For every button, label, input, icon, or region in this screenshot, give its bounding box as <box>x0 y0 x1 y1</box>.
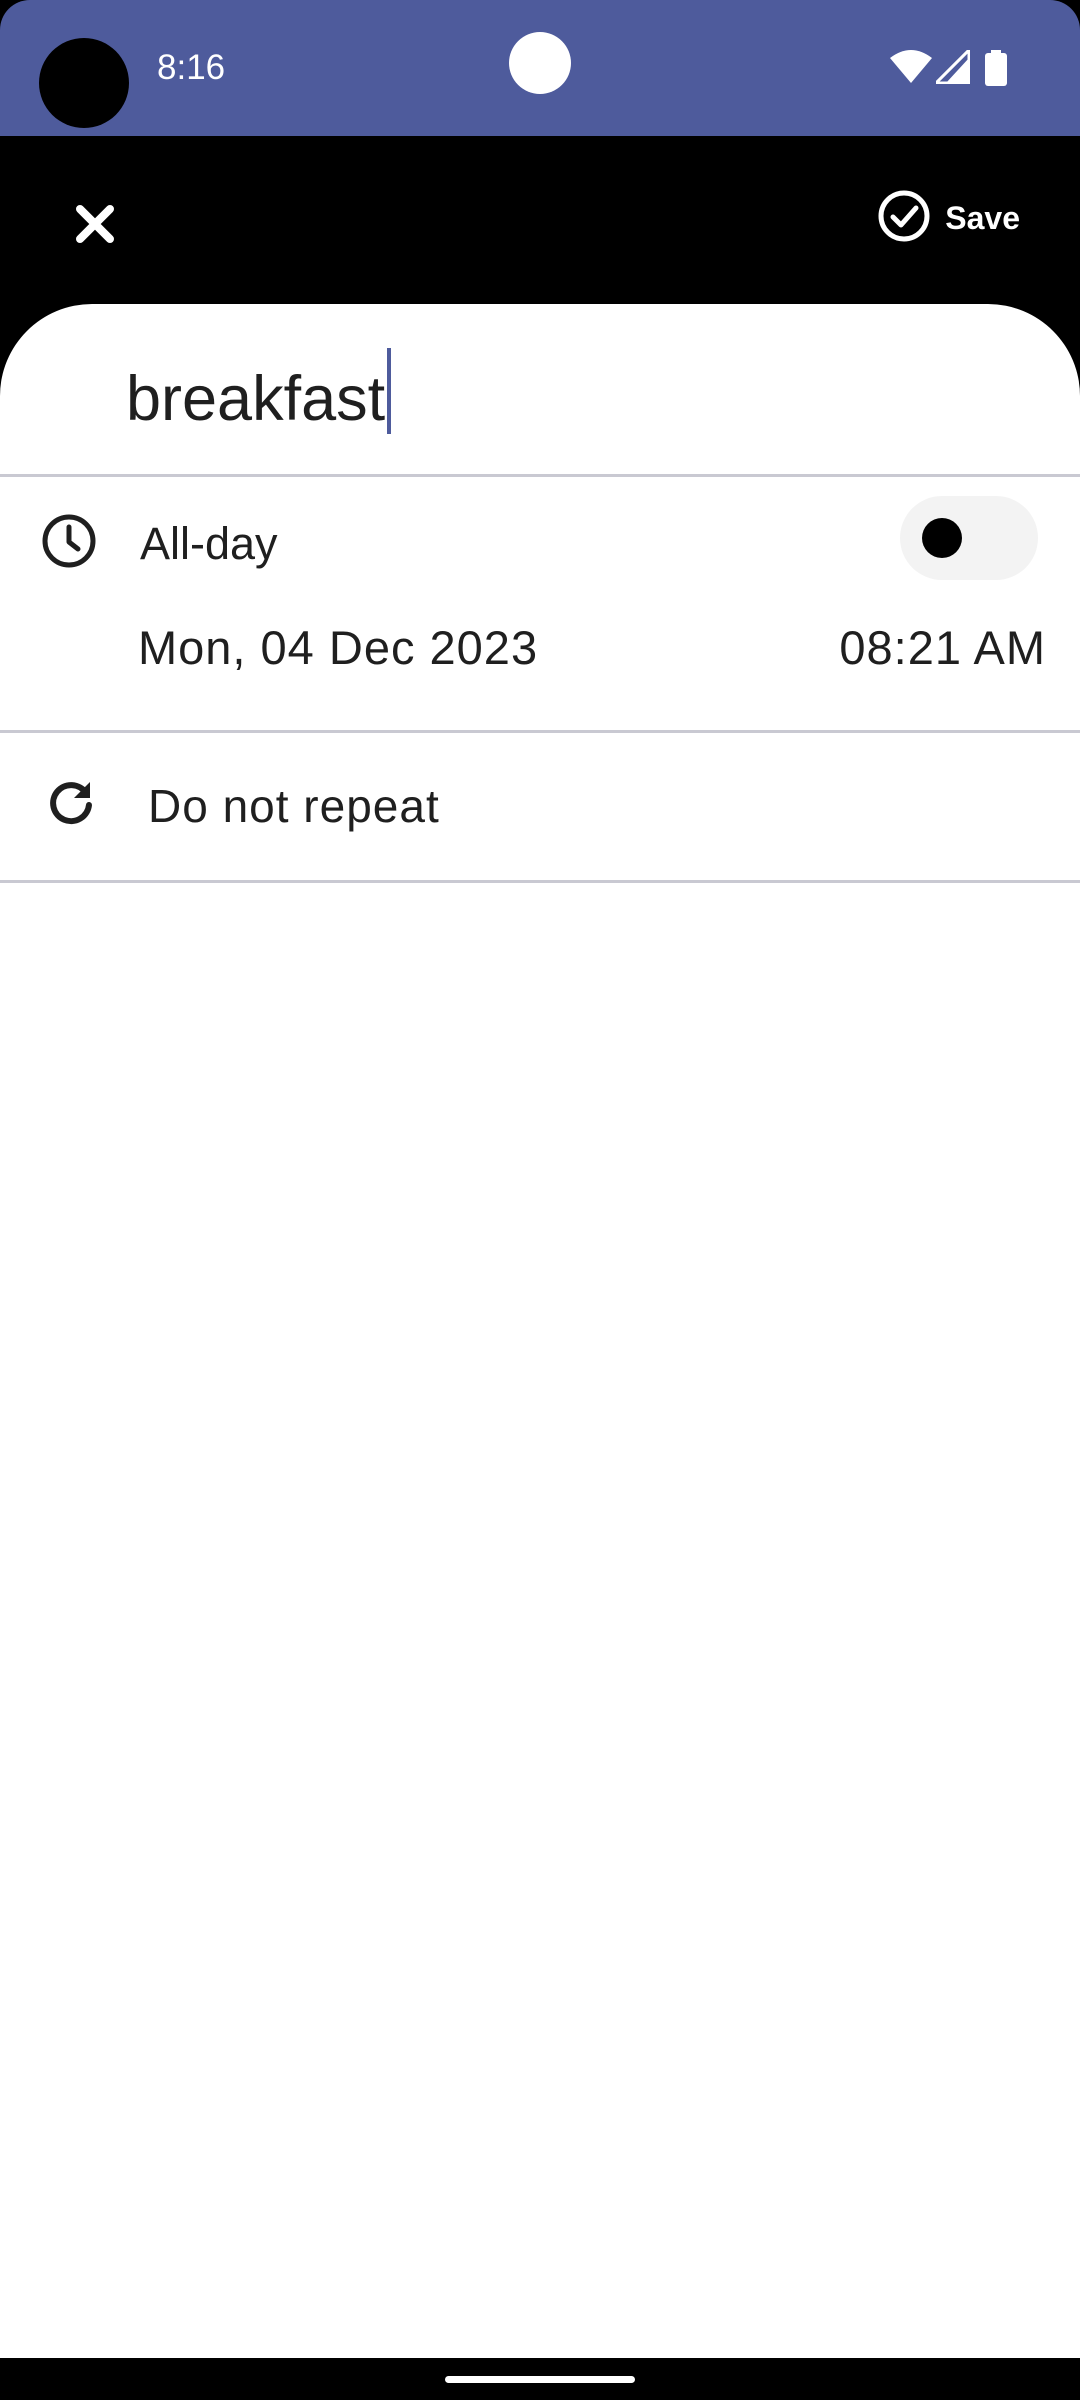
divider <box>0 730 1080 733</box>
event-editor-sheet: breakfast All-day Mon, 04 Dec 2023 08:21… <box>0 304 1080 2358</box>
screen: 8:16 Save breakfast All-day Mon, 04 Dec … <box>0 0 1080 2400</box>
start-date-field[interactable]: Mon, 04 Dec 2023 <box>138 618 538 678</box>
save-button[interactable]: Save <box>877 188 1020 248</box>
repeat-option[interactable]: Do not repeat <box>0 734 1080 880</box>
wifi-icon <box>890 50 932 89</box>
signal-icon <box>932 46 971 89</box>
camera-cutout <box>39 38 129 128</box>
start-time-field[interactable]: 08:21 AM <box>839 618 1046 678</box>
clock-icon <box>40 512 98 575</box>
check-circle-icon <box>877 189 931 248</box>
divider <box>0 880 1080 883</box>
toolbar: Save <box>0 136 1080 304</box>
event-title-text: breakfast <box>126 364 386 434</box>
toggle-thumb <box>922 518 962 558</box>
navigation-bar <box>0 2358 1080 2400</box>
status-bar: 8:16 <box>0 0 1080 136</box>
close-icon <box>75 204 115 249</box>
save-label: Save <box>945 199 1020 236</box>
status-indicator-dot <box>509 32 571 94</box>
repeat-label: Do not repeat <box>148 780 440 832</box>
text-caret <box>387 348 392 434</box>
all-day-label: All-day <box>140 518 278 569</box>
home-gesture-handle[interactable] <box>445 2376 635 2383</box>
divider <box>0 474 1080 477</box>
status-time: 8:16 <box>157 48 226 87</box>
battery-icon <box>985 50 1007 91</box>
close-button[interactable] <box>55 186 135 266</box>
all-day-toggle[interactable] <box>900 496 1038 580</box>
event-title-input[interactable]: breakfast <box>126 348 392 439</box>
repeat-icon <box>46 778 96 833</box>
